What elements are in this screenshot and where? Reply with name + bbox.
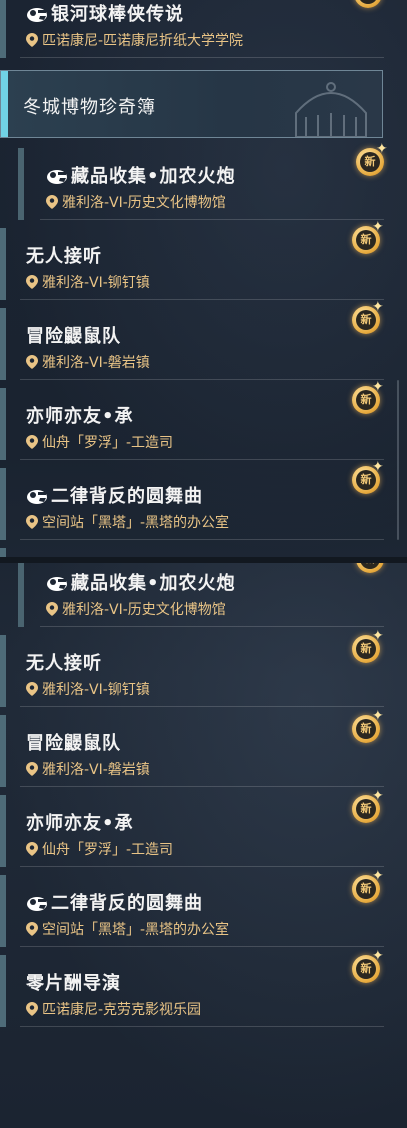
- museum-dome-icon: [295, 82, 367, 137]
- divider: [20, 299, 384, 300]
- location-pin-icon: [26, 682, 38, 696]
- divider: [20, 539, 384, 540]
- header-accent: [1, 71, 8, 137]
- quest-location: 雅利洛-VI-铆钉镇: [26, 272, 150, 292]
- new-badge-icon: 新✦: [350, 300, 384, 336]
- quest-item-partial[interactable]: [0, 548, 384, 557]
- quest-item[interactable]: 冒险鼹鼠队 雅利洛-VI-磐岩镇 新 ✦: [0, 709, 384, 787]
- quest-item[interactable]: 冒险鼹鼠队 雅利洛-VI-磐岩镇 新 ✦: [0, 300, 384, 380]
- section-header[interactable]: 冬城博物珍奇簿: [0, 70, 383, 138]
- quest-item[interactable]: 无人接听 雅利洛-VI-铆钉镇 新 ✦: [0, 629, 384, 707]
- location-pin-icon: [26, 33, 38, 47]
- divider: [40, 626, 384, 627]
- new-badge-icon: 新✦: [350, 709, 384, 745]
- quest-title: 无人接听: [26, 653, 102, 674]
- new-badge-icon: 新✦: [350, 220, 384, 256]
- item-bar: [0, 955, 6, 1027]
- quest-title: 零片酬导演: [26, 973, 121, 994]
- quest-location: 雅利洛-VI-磐岩镇: [26, 759, 150, 779]
- new-badge-icon: 新✦: [350, 949, 384, 985]
- new-badge-icon: 新✦: [354, 563, 388, 575]
- new-badge-icon: 新✦: [354, 142, 388, 178]
- quest-location: 雅利洛-VI-铆钉镇: [26, 679, 150, 699]
- hand-icon: [26, 487, 48, 505]
- quest-item[interactable]: 二律背反的圆舞曲 空间站「黑塔」-黑塔的办公室 新 ✦: [0, 869, 384, 947]
- new-badge-icon: 新✦: [350, 380, 384, 416]
- item-bar: [0, 795, 6, 867]
- hand-icon: [46, 167, 68, 185]
- location-pin-icon: [26, 275, 38, 289]
- location-pin-icon: [26, 842, 38, 856]
- divider: [20, 946, 384, 947]
- quest-title: 银河球棒侠传说: [26, 0, 184, 26]
- location-pin-icon: [46, 195, 58, 209]
- quest-item[interactable]: 无人接听 雅利洛-VI-铆钉镇 新 ✦: [0, 220, 384, 300]
- divider: [20, 459, 384, 460]
- quest-location: 空间站「黑塔」-黑塔的办公室: [26, 919, 229, 939]
- quest-item[interactable]: 亦师亦友•承 仙舟「罗浮」-工造司 新 ✦: [0, 380, 384, 460]
- quest-title: 藏品收集•加农火炮: [46, 569, 236, 595]
- location-pin-icon: [26, 762, 38, 776]
- divider: [20, 57, 384, 58]
- item-bar: [0, 548, 6, 557]
- location-pin-icon: [26, 1002, 38, 1016]
- item-bar: [0, 0, 6, 58]
- quest-location: 仙舟「罗浮」-工造司: [26, 432, 173, 452]
- quest-title: 二律背反的圆舞曲: [26, 482, 203, 508]
- quest-item[interactable]: 藏品收集•加农火炮 雅利洛-VI-历史文化博物馆 新✦: [0, 142, 388, 220]
- quest-location: 雅利洛-VI-磐岩镇: [26, 352, 150, 372]
- quest-location: 仙舟「罗浮」-工造司: [26, 839, 173, 859]
- location-pin-icon: [26, 355, 38, 369]
- quest-title: 冒险鼹鼠队: [26, 733, 121, 754]
- item-bar: [18, 148, 24, 220]
- new-badge-icon: 新✦: [350, 629, 384, 665]
- location-pin-icon: [26, 922, 38, 936]
- location-pin-icon: [26, 515, 38, 529]
- quest-title: 藏品收集•加农火炮: [46, 162, 236, 188]
- quest-list-panel-top: 银河球棒侠传说 匹诺康尼-匹诺康尼折纸大学学院 新✦ 冬城博物珍奇簿 藏品收集•…: [0, 0, 407, 557]
- item-bar: [0, 388, 6, 460]
- divider: [40, 219, 384, 220]
- quest-title: 亦师亦友•承: [26, 406, 134, 427]
- quest-item[interactable]: 亦师亦友•承 仙舟「罗浮」-工造司 新 ✦: [0, 789, 384, 867]
- section-title: 冬城博物珍奇簿: [23, 97, 156, 118]
- item-bar: [0, 875, 6, 947]
- divider: [20, 379, 384, 380]
- quest-location: 匹诺康尼-匹诺康尼折纸大学学院: [26, 30, 243, 50]
- new-badge-icon: 新✦: [352, 0, 386, 10]
- item-bar: [0, 308, 6, 380]
- quest-item[interactable]: 二律背反的圆舞曲 空间站「黑塔」-黑塔的办公室 新 ✦: [0, 460, 384, 540]
- item-bar: [0, 228, 6, 300]
- divider: [20, 706, 384, 707]
- scrollbar[interactable]: [397, 380, 399, 540]
- item-bar: [0, 468, 6, 540]
- new-badge-icon: 新✦: [350, 460, 384, 496]
- quest-location: 匹诺康尼-克劳克影视乐园: [26, 999, 201, 1019]
- location-pin-icon: [46, 602, 58, 616]
- item-bar: [18, 563, 24, 627]
- item-bar: [0, 715, 6, 787]
- item-bar: [0, 635, 6, 707]
- quest-item[interactable]: 零片酬导演 匹诺康尼-克劳克影视乐园 新 ✦: [0, 949, 384, 1027]
- quest-title: 二律背反的圆舞曲: [26, 889, 203, 915]
- new-badge-icon: 新✦: [350, 869, 384, 905]
- quest-location: 空间站「黑塔」-黑塔的办公室: [26, 512, 229, 532]
- hand-icon: [46, 574, 68, 592]
- new-badge-icon: 新✦: [350, 789, 384, 825]
- quest-item[interactable]: 藏品收集•加农火炮 雅利洛-VI-历史文化博物馆 新✦: [0, 563, 384, 627]
- location-pin-icon: [26, 435, 38, 449]
- quest-location: 雅利洛-VI-历史文化博物馆: [46, 192, 226, 212]
- hand-icon: [26, 5, 48, 23]
- quest-title: 无人接听: [26, 246, 102, 267]
- divider: [20, 1026, 384, 1027]
- quest-item-top[interactable]: 银河球棒侠传说 匹诺康尼-匹诺康尼折纸大学学院 新✦: [0, 0, 384, 58]
- quest-title: 亦师亦友•承: [26, 813, 134, 834]
- quest-list-panel-bottom: 藏品收集•加农火炮 雅利洛-VI-历史文化博物馆 新✦ 无人接听 雅利洛-VI-…: [0, 563, 407, 1128]
- divider: [20, 786, 384, 787]
- hand-icon: [26, 894, 48, 912]
- divider: [20, 866, 384, 867]
- quest-title: 冒险鼹鼠队: [26, 326, 121, 347]
- quest-location: 雅利洛-VI-历史文化博物馆: [46, 599, 226, 619]
